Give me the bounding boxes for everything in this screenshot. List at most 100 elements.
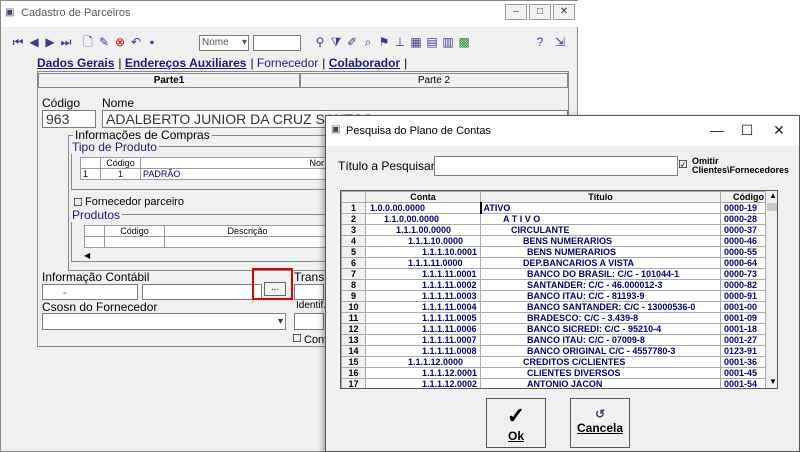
dialog-minimize-button[interactable]: — (702, 122, 732, 138)
nome-label: Nome (102, 96, 135, 110)
delete-icon[interactable]: ⊗ (113, 35, 127, 49)
table-row[interactable]: 12 1.1.1.11.0006 BANCO SICREDI: C/C - 9521… (341, 323, 777, 335)
table-row[interactable]: 1 1.0.0.00.0000 ATIVO 0000-19 (341, 202, 777, 214)
cell-code: 1 (100, 168, 141, 180)
tab-colaborador[interactable]: Colaborador (329, 56, 400, 70)
produtos-grid[interactable]: Código Descrição (84, 225, 331, 248)
tab-dados-gerais[interactable]: Dados Gerais (37, 56, 114, 70)
cell-conta: 1.1.1.12.0000 (364, 356, 482, 368)
cell-conta: 1.1.1.11.0007 (364, 334, 482, 346)
csosn-select[interactable]: ▾ (42, 313, 286, 330)
row-number: 1 (80, 168, 101, 180)
row-number: 1 (341, 202, 366, 214)
row-number: 5 (341, 246, 366, 258)
col-titulo: Título (480, 191, 722, 203)
cell-conta: 1.1.1.11.0003 (364, 290, 482, 302)
scroll-up-icon[interactable]: ▲ (769, 191, 777, 200)
cancel-button[interactable]: ↺ Cancela (570, 398, 630, 448)
prev-record-icon[interactable]: ◀ (27, 35, 41, 49)
pin-icon[interactable]: ⚑ (377, 35, 391, 49)
table-row[interactable]: 3 1.1.1.00.0000 CIRCULANTE 0000-37 (341, 224, 777, 236)
cell-titulo: BENS NUMERARIOS (480, 235, 722, 247)
ok-button[interactable]: ✓ Ok (486, 398, 546, 448)
lookup-icon[interactable]: ⌕ (361, 35, 375, 49)
table-row[interactable]: 15 1.1.1.12.0000 CREDITOS C/CLIENTES 0001-3… (341, 356, 777, 368)
help-icon[interactable]: ? (533, 35, 547, 49)
col-conta: Conta (364, 191, 482, 203)
table-row[interactable]: 16 1.1.1.12.0001 CLIENTES DIVERSOS 0001-45 (341, 367, 777, 379)
scroll-thumb[interactable] (767, 203, 777, 211)
stamp-icon[interactable]: ⊥ (393, 35, 407, 49)
tipo-produto-title: Tipo de Produto (70, 140, 159, 154)
subtab-parte1[interactable]: Parte1 (38, 73, 300, 88)
tab-fornecedor[interactable]: Fornecedor (257, 56, 318, 70)
col-prod-codigo: Código (104, 225, 165, 237)
first-record-icon[interactable]: ⏮ (11, 35, 25, 49)
edit-icon[interactable]: ✎ (97, 35, 111, 49)
maximize-button[interactable]: □ (529, 4, 551, 20)
transp-field[interactable] (294, 284, 324, 300)
filter-icon[interactable]: ⧩ (329, 35, 343, 49)
info-contabil-field[interactable]: - (42, 284, 138, 300)
ok-label: Ok (507, 429, 524, 443)
search-label: Título a Pesquisar (338, 159, 435, 173)
table-row[interactable]: 8 1.1.1.11.0002 SANTANDER: C/C - 46.000012… (341, 279, 777, 291)
last-record-icon[interactable]: ⏭ (59, 35, 73, 49)
codigo-field[interactable]: 963 (42, 110, 96, 128)
identif-label: Identif. (296, 300, 327, 311)
binoculars-icon[interactable]: ⚲ (313, 35, 327, 49)
calc-icon[interactable]: ▦ (409, 35, 423, 49)
close-button[interactable]: ✕ (553, 4, 575, 20)
contas-grid[interactable]: Conta Título Código 1 1.0.0.00.0000 ATIVO 000… (340, 190, 778, 389)
checkmark-icon: ✓ (506, 403, 526, 428)
cont-checkbox[interactable]: ☐ (292, 332, 302, 345)
tab-enderecos[interactable]: Endereços Auxiliares (125, 56, 247, 70)
title-bar: ▣ Cadastro de Parceiros – □ ✕ (1, 1, 579, 27)
next-record-icon[interactable]: ▶ (43, 35, 57, 49)
table-row[interactable]: 9 1.1.1.11.0003 BANCO ITAU: C/C - 81193-9 0… (341, 290, 777, 302)
pencil-icon[interactable]: ✐ (345, 35, 359, 49)
lookup-dots-button[interactable]: ... (264, 282, 286, 296)
dialog-close-button[interactable]: ✕ (764, 122, 794, 139)
table-row[interactable]: 11 1.1.1.11.0005 BRADESCO: C/C - 3.439-8 00… (341, 312, 777, 324)
table-row[interactable]: 2 1.1.0.00.0000 A T I V O 0000-28 (341, 213, 777, 225)
table-row[interactable]: 6 1.1.1.11.0000 DEP.BANCARIOS A VISTA 0000-… (341, 257, 777, 269)
cancel-icon: ↺ (594, 407, 606, 421)
excel-icon[interactable]: ▩ (457, 35, 471, 49)
toolbar: ⏮ ◀ ▶ ⏭ 🗋 ✎ ⊗ ↶ ▪ Nome ▾ ⚲ ⧩ ✐ ⌕ ⚑ ⊥ ▦ ▤ … (7, 33, 573, 55)
new-icon[interactable]: 🗋 (81, 35, 95, 49)
search-field-select[interactable]: Nome ▾ (199, 35, 249, 51)
table-row[interactable]: 5 1.1.1.10.0001 BENS NUMERARIOS 0000-55 (341, 246, 777, 258)
grid-icon[interactable]: ▤ (425, 35, 439, 49)
undo-icon[interactable]: ↶ (129, 35, 143, 49)
omitir-checkbox[interactable]: ☑ (678, 158, 688, 171)
table-row[interactable]: 7 1.1.1.11.0001 BANCO DO BRASIL: C/C - 101… (341, 268, 777, 280)
subtab-parte2[interactable]: Parte 2 (300, 73, 568, 88)
titulo-search-input[interactable] (434, 156, 678, 176)
table-row[interactable]: 13 1.1.1.11.0007 BANCO ITAU: C/C - 07009-8… (341, 334, 777, 346)
table-row[interactable]: 14 1.1.1.11.0008 BANCO ORIGINAL C/C - 4557… (341, 345, 777, 357)
scroll-left-icon[interactable]: ◀ (84, 251, 90, 260)
save-icon[interactable]: ▪ (145, 35, 159, 49)
cell-desc: PADRÃO (140, 168, 327, 180)
table-row[interactable]: 1 1 PADRÃO (80, 168, 327, 180)
exit-icon[interactable]: ⇲ (553, 35, 567, 49)
table-row[interactable]: 17 1.1.1.12.0002 ANTONIO JACON 0001-54 (341, 378, 777, 388)
dialog-maximize-button[interactable]: ☐ (732, 122, 762, 139)
book-icon[interactable]: ▥ (441, 35, 455, 49)
row-number: 4 (341, 235, 366, 247)
identif-field[interactable] (294, 313, 324, 330)
cell-titulo: BANCO ITAU: C/C - 81193-9 (480, 290, 722, 302)
minimize-button[interactable]: – (505, 4, 527, 20)
info-contabil-desc[interactable] (142, 284, 262, 300)
table-row[interactable]: 4 1.1.1.10.0000 BENS NUMERARIOS 0000-46 (341, 235, 777, 247)
grid-scrollbar[interactable]: ▲ ▼ (765, 191, 777, 388)
csosn-label: Csosn do Fornecedor (42, 300, 158, 314)
search-input[interactable] (253, 35, 301, 51)
cell-titulo: CIRCULANTE (480, 224, 722, 236)
scroll-down-icon[interactable]: ▼ (769, 377, 777, 386)
tipo-produto-grid[interactable]: Código Nor 1 1 PADRÃO (80, 157, 327, 180)
col-nome: Nor (140, 157, 327, 169)
table-row[interactable]: 10 1.1.1.11.0004 BANCO SANTANDER: C/C - 13… (341, 301, 777, 313)
window-title: Cadastro de Parceiros (21, 7, 131, 19)
